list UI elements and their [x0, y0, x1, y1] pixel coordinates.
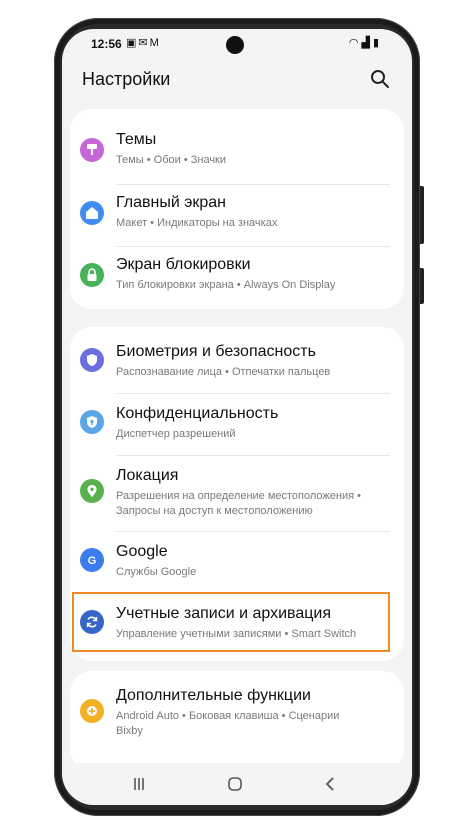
shield-icon [80, 348, 104, 372]
gmail-icon: M [149, 37, 161, 49]
system-icons: ◠▟▮ [349, 36, 382, 49]
item-title: Дополнительные функции [116, 687, 311, 704]
volume-button [420, 186, 424, 244]
home-icon [80, 201, 104, 225]
settings-item-themes[interactable]: Темы Темы • Обои • Значки [70, 121, 404, 179]
item-subtitle-line2: Запросы на доступ к местоположению [116, 505, 313, 517]
battery-icon: ▮ [372, 37, 382, 49]
settings-item-location[interactable]: Локация Разрешения на определение местоп… [70, 455, 404, 531]
item-title: Темы [116, 131, 157, 148]
settings-item-lock-screen[interactable]: Экран блокировки Тип блокировки экрана •… [70, 246, 404, 306]
power-button [420, 268, 424, 304]
mail-icon: ✉ [138, 37, 150, 49]
image-icon: ▣ [126, 37, 139, 49]
item-subtitle-line2: Bixby [116, 725, 143, 737]
lock-icon [80, 263, 104, 287]
item-subtitle: Диспетчер разрешений [116, 428, 236, 440]
item-subtitle-line1: Android Auto • Боковая клавиша • Сценари… [116, 710, 340, 722]
settings-item-biometrics[interactable]: Биометрия и безопасность Распознавание л… [70, 331, 404, 391]
item-subtitle: Службы Google [116, 566, 197, 578]
status-bar: 12:56 ▣✉M ◠▟▮ [62, 29, 412, 57]
settings-item-privacy[interactable]: Конфиденциальность Диспетчер разрешений [70, 393, 404, 453]
google-icon: G [80, 548, 104, 572]
home-button-icon[interactable] [224, 773, 246, 795]
item-subtitle-line1: Разрешения на определение местоположения… [116, 490, 361, 502]
item-title: Google [116, 543, 168, 560]
signal-icon: ▟ [361, 37, 373, 49]
settings-item-google[interactable]: G Google Службы Google [70, 531, 404, 591]
wifi-icon: ◠ [348, 37, 362, 49]
settings-item-home-screen[interactable]: Главный экран Макет • Индикаторы на знач… [70, 184, 404, 244]
item-subtitle: Тип блокировки экрана • Always On Displa… [116, 279, 336, 291]
privacy-icon [80, 410, 104, 434]
settings-card-display: Темы Темы • Обои • Значки Главный экран … [70, 109, 404, 309]
item-title: Конфиденциальность [116, 405, 279, 422]
item-title: Биометрия и безопасность [116, 343, 316, 360]
settings-item-advanced-features[interactable]: Дополнительные функции Android Auto • Бо… [70, 675, 404, 751]
recents-icon[interactable] [128, 773, 150, 795]
gear-plus-icon [80, 699, 104, 723]
search-icon[interactable] [368, 67, 392, 91]
item-subtitle: Распознавание лица • Отпечатки пальцев [116, 366, 331, 378]
themes-icon [80, 138, 104, 162]
item-title: Локация [116, 467, 179, 484]
settings-card-advanced: Дополнительные функции Android Auto • Бо… [70, 671, 404, 771]
notification-icons: ▣✉M [126, 36, 161, 49]
svg-text:G: G [88, 555, 97, 567]
status-time: 12:56 [91, 37, 122, 51]
item-subtitle: Макет • Индикаторы на значках [116, 217, 278, 229]
app-header: Настройки [62, 63, 412, 99]
location-icon [80, 479, 104, 503]
item-title: Экран блокировки [116, 256, 251, 273]
page-title: Настройки [82, 69, 171, 89]
screen: 12:56 ▣✉M ◠▟▮ Настройки Темы Темы • Обои… [62, 29, 412, 805]
navigation-bar [62, 763, 412, 805]
item-subtitle: Темы • Обои • Значки [116, 154, 227, 166]
highlight-box [72, 592, 390, 652]
front-camera [226, 36, 244, 54]
back-icon[interactable] [320, 773, 342, 795]
item-title: Главный экран [116, 194, 227, 211]
